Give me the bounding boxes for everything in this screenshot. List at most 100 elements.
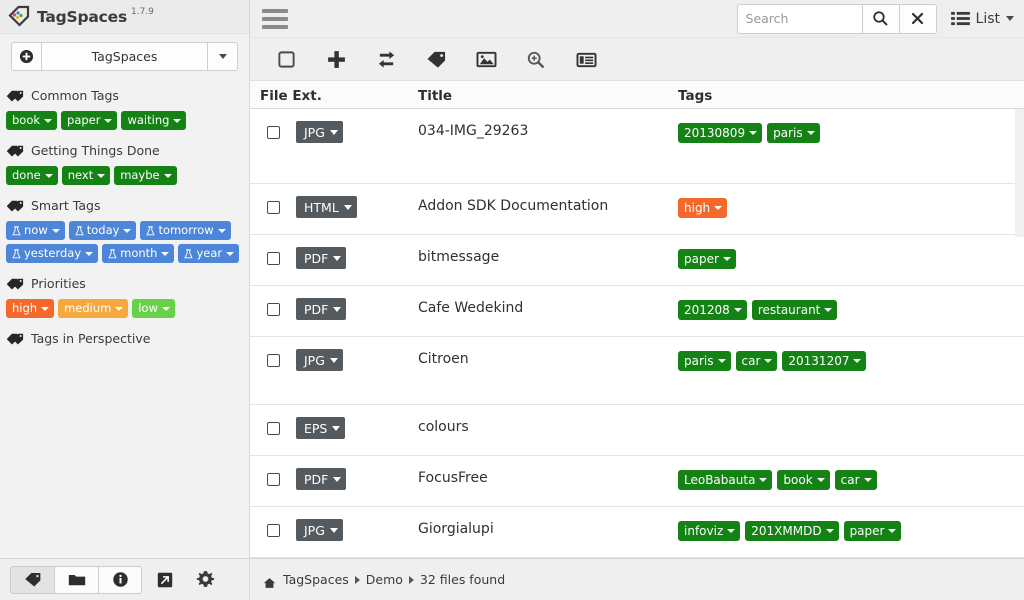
file-ext-badge[interactable]: HTML [296, 196, 357, 218]
add-file-button[interactable] [322, 46, 350, 72]
file-ext-cell: PDF [296, 286, 418, 320]
row-checkbox[interactable] [267, 201, 280, 214]
tag-icon [24, 571, 42, 588]
row-checkbox[interactable] [267, 126, 280, 139]
tag-chip[interactable]: done [6, 166, 58, 185]
thumbnails-button[interactable] [472, 46, 500, 72]
file-ext-badge[interactable]: PDF [296, 247, 346, 269]
file-tag-chip[interactable]: high [678, 198, 727, 218]
tag-label: now [24, 225, 48, 237]
file-ext-badge[interactable]: PDF [296, 468, 346, 490]
tag-label: today [87, 225, 120, 237]
breadcrumb: TagSpaces Demo 32 files found [250, 572, 1024, 587]
chevron-down-icon [115, 307, 123, 311]
row-checkbox[interactable] [267, 252, 280, 265]
chevron-down-icon [226, 252, 234, 256]
table-row[interactable]: JPG 034-IMG_2926320130809paris [250, 109, 1024, 184]
row-checkbox[interactable] [267, 354, 280, 367]
tag-chip[interactable]: maybe [114, 166, 176, 185]
tag-chip[interactable]: high [6, 299, 54, 318]
file-tag-chip[interactable]: car [835, 470, 877, 490]
table-row[interactable]: JPG Giorgialupiinfoviz201XMMDD paper [250, 507, 1024, 558]
tag-group-title: Smart Tags [31, 198, 100, 213]
details-button[interactable] [572, 46, 600, 72]
tag-chip[interactable]: paper [61, 111, 117, 130]
file-tag-chip[interactable]: 201XMMDD [745, 521, 838, 541]
search-button[interactable] [863, 4, 900, 34]
image-icon [476, 50, 497, 69]
row-checkbox[interactable] [267, 422, 280, 435]
tag-chip[interactable]: yesterday [6, 244, 98, 263]
tag-chip[interactable]: medium [58, 299, 128, 318]
select-all-checkbox[interactable] [272, 46, 300, 72]
clear-search-button[interactable] [900, 4, 937, 34]
tag-chip[interactable]: low [132, 299, 175, 318]
breadcrumb-item-demo[interactable]: Demo [366, 572, 403, 587]
add-location-button[interactable] [11, 42, 42, 71]
file-tag-chip[interactable]: restaurant [752, 300, 838, 320]
table-row[interactable]: PDFCafe Wedekind201208restaurant [250, 286, 1024, 337]
file-tag-chip[interactable]: 201208 [678, 300, 747, 320]
list-detail-icon [576, 50, 597, 69]
flask-icon [184, 249, 193, 259]
table-row[interactable]: EPScolours [250, 405, 1024, 456]
table-row[interactable]: HTMLAddon SDK Documentationhigh [250, 184, 1024, 235]
tag-group-title: Getting Things Done [31, 143, 160, 158]
current-location[interactable]: TagSpaces [42, 42, 207, 71]
tag-chip[interactable]: now [6, 221, 65, 240]
view-mode-selector[interactable]: List [949, 7, 1016, 31]
external-link-button[interactable] [148, 566, 182, 594]
sync-button[interactable] [372, 46, 400, 72]
hamburger-bar [262, 17, 288, 21]
file-tag-chip[interactable]: paris [678, 351, 731, 371]
file-ext-badge[interactable]: JPG [296, 121, 343, 143]
file-tag-chip[interactable]: paris [767, 123, 820, 143]
vertical-scrollbar[interactable] [1015, 109, 1024, 237]
hamburger-menu-icon[interactable] [262, 9, 288, 29]
tag-chip[interactable]: tomorrow [140, 221, 230, 240]
settings-button[interactable] [188, 566, 222, 594]
tag-chip[interactable]: year [178, 244, 239, 263]
tag-label: yesterday [24, 248, 81, 260]
row-checkbox-cell [250, 184, 296, 214]
file-manager-button[interactable] [54, 566, 98, 594]
search-input[interactable] [737, 4, 863, 34]
tag-chip[interactable]: next [62, 166, 110, 185]
file-tag-chip[interactable]: LeoBabauta [678, 470, 772, 490]
tag-group-header[interactable]: Tags in Perspective [0, 326, 249, 350]
tag-button[interactable] [422, 46, 450, 72]
file-title: Giorgialupi [418, 507, 678, 537]
row-checkbox[interactable] [267, 303, 280, 316]
tag-group-header[interactable]: Smart Tags [0, 193, 249, 217]
file-tag-chip[interactable]: paper [678, 249, 736, 269]
tag-chip[interactable]: book [6, 111, 57, 130]
table-row[interactable]: JPGCitroenpariscar20131207 [250, 337, 1024, 405]
file-ext-badge[interactable]: JPG [296, 349, 343, 371]
file-tag-chip[interactable]: 20130809 [678, 123, 762, 143]
file-tag-chip[interactable]: book [777, 470, 829, 490]
file-tag-chip[interactable]: infoviz [678, 521, 740, 541]
table-row[interactable]: PDFFocusFreeLeoBabautabookcar [250, 456, 1024, 507]
tag-chip[interactable]: month [102, 244, 174, 263]
file-tag-chip[interactable]: 20131207 [782, 351, 866, 371]
tag-library-button[interactable] [10, 566, 54, 594]
table-row[interactable]: PDFbitmessagepaper [250, 235, 1024, 286]
row-checkbox[interactable] [267, 473, 280, 486]
file-ext-badge[interactable]: JPG [296, 519, 343, 541]
zoom-button[interactable] [522, 46, 550, 72]
tag-group-header[interactable]: Getting Things Done [0, 138, 249, 162]
file-tag-chip[interactable]: car [736, 351, 778, 371]
location-dropdown-button[interactable] [207, 42, 238, 71]
tag-chip[interactable]: waiting [121, 111, 186, 130]
breadcrumb-item-tagspaces[interactable]: TagSpaces [283, 572, 349, 587]
tag-group-header[interactable]: Priorities [0, 271, 249, 295]
file-tag-chip[interactable]: paper [844, 521, 902, 541]
file-ext-badge[interactable]: PDF [296, 298, 346, 320]
tag-chip[interactable]: today [69, 221, 137, 240]
chevron-down-icon [727, 529, 735, 533]
info-button[interactable] [98, 566, 142, 594]
file-ext-badge[interactable]: EPS [296, 417, 345, 439]
row-checkbox[interactable] [267, 524, 280, 537]
file-title: 034-IMG_29263 [418, 109, 678, 139]
tag-group-header[interactable]: Common Tags [0, 83, 249, 107]
